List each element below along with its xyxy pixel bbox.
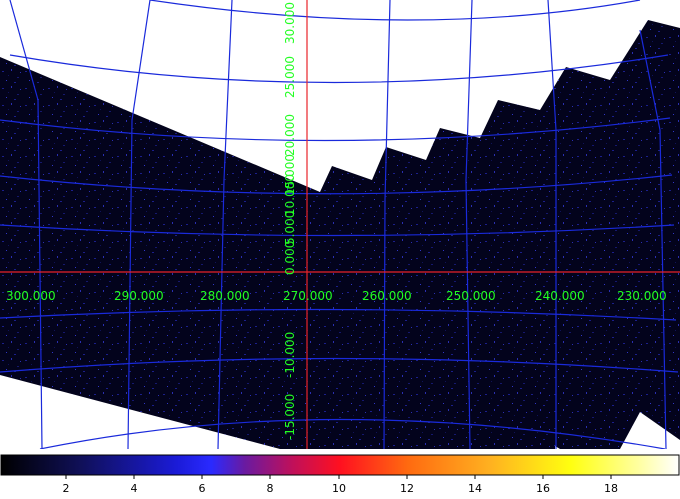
ra-label: 250.000 xyxy=(446,289,496,303)
colorbar-ticks xyxy=(65,475,612,479)
ra-label: 240.000 xyxy=(535,289,585,303)
dec-labels: 30.000 25.000 20.000 15.000 10.000 5.000… xyxy=(283,2,297,440)
colorbar-tick-label: 18 xyxy=(604,482,618,495)
colorbar-tick-label: 12 xyxy=(400,482,414,495)
sky-map: 300.000 290.000 280.000 270.000 260.000 … xyxy=(0,0,680,449)
dec-label: 25.000 xyxy=(283,56,297,98)
ra-label: 300.000 xyxy=(6,289,56,303)
ra-label: 290.000 xyxy=(114,289,164,303)
ra-label: 270.000 xyxy=(283,289,333,303)
dec-label: 20.000 xyxy=(283,114,297,156)
dec-label: -10.000 xyxy=(283,332,297,378)
dec-label: -15.000 xyxy=(283,394,297,440)
colorbar-tick-labels: 2 4 6 8 10 12 14 16 18 xyxy=(63,482,619,495)
dec-label: 5.000 xyxy=(283,211,297,245)
colorbar-tick-label: 16 xyxy=(536,482,550,495)
colorbar-gradient xyxy=(0,454,680,476)
colorbar-tick-label: 6 xyxy=(199,482,206,495)
colorbar-tick-label: 14 xyxy=(468,482,482,495)
colorbar-tick-label: 10 xyxy=(332,482,346,495)
colorbar-tick-label: 4 xyxy=(131,482,138,495)
dec-label: 10.000 xyxy=(283,174,297,216)
ra-label: 280.000 xyxy=(200,289,250,303)
colorbar-tick-label: 2 xyxy=(63,482,70,495)
colorbar: 2 4 6 8 10 12 14 16 18 xyxy=(0,454,680,495)
ra-label: 230.000 xyxy=(617,289,667,303)
dec-label: 0.000 xyxy=(283,241,297,275)
ra-label: 260.000 xyxy=(362,289,412,303)
colorbar-tick-label: 8 xyxy=(267,482,274,495)
dec-label: 30.000 xyxy=(283,2,297,44)
